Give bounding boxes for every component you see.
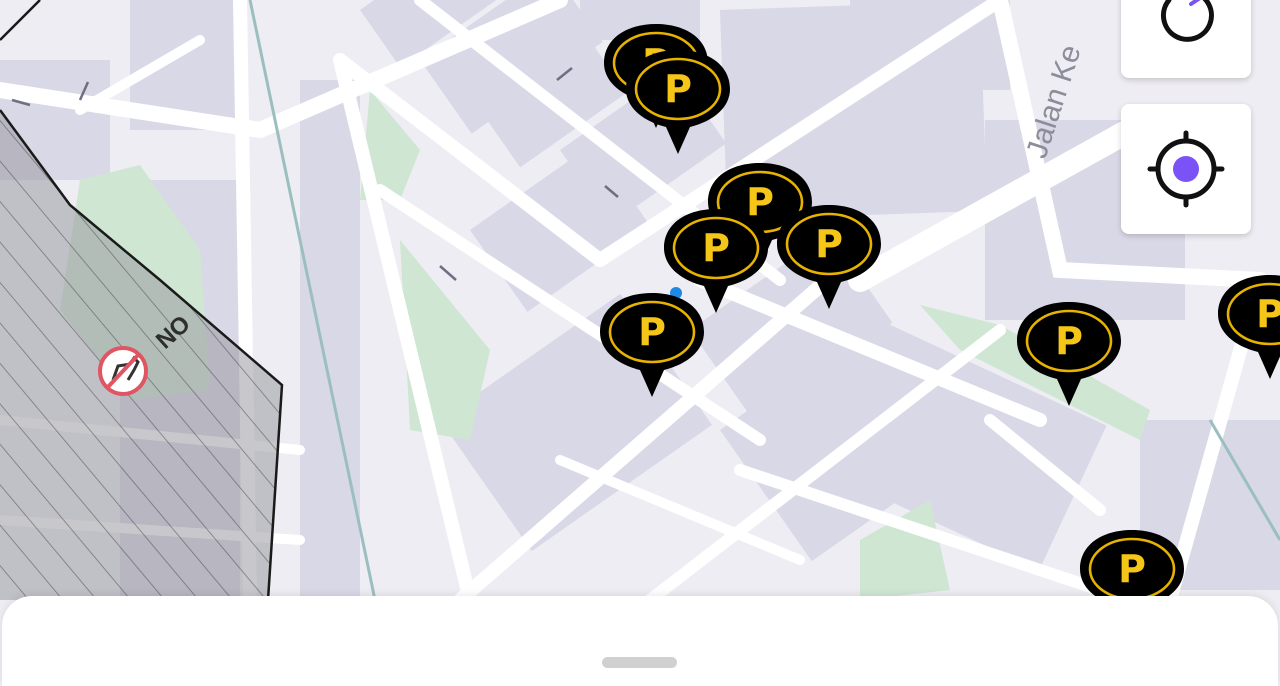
parking-pin[interactable]: P (1218, 273, 1280, 383)
parking-pin-label: P (664, 67, 692, 111)
parking-pin-label: P (1256, 292, 1280, 336)
parking-pin-label: P (638, 310, 666, 354)
parking-pin-label: P (1055, 319, 1083, 363)
parking-pin-label: P (815, 222, 843, 266)
refresh-icon (1160, 0, 1214, 42)
parking-pin[interactable]: P (777, 203, 887, 313)
no-dogs-sign-icon (98, 346, 148, 396)
parking-pin[interactable]: P (600, 291, 710, 401)
my-location-icon (1147, 130, 1225, 208)
drag-handle[interactable] (602, 657, 677, 668)
parking-pin[interactable]: P (1017, 300, 1127, 410)
refresh-button[interactable] (1121, 0, 1251, 78)
bottom-sheet[interactable] (2, 596, 1278, 686)
locate-button[interactable] (1121, 104, 1251, 234)
parking-pin-label: P (702, 226, 730, 270)
parking-pin[interactable]: P (626, 48, 736, 158)
